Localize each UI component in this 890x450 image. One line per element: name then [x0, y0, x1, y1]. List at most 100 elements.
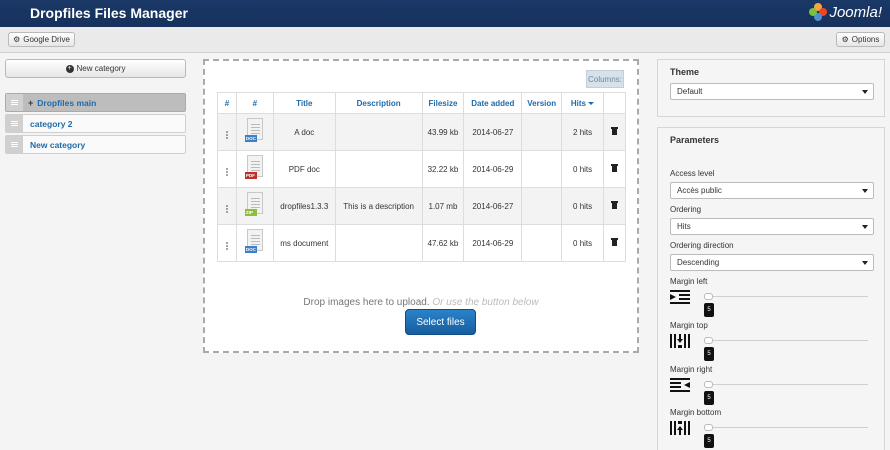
file-title[interactable]: PDF doc: [272, 150, 336, 188]
chevron-down-icon: [862, 90, 868, 94]
category-item-dropfiles-main[interactable]: + Dropfiles main: [5, 93, 186, 112]
table-row[interactable]: DOC A doc 43.99 kb 2014-06-27 2 hits: [217, 113, 626, 151]
file-version: [521, 187, 563, 225]
file-type-tag: PDF: [244, 172, 257, 179]
file-type-tag: ZIP: [244, 209, 257, 216]
google-drive-button[interactable]: ⚙ Google Drive: [8, 32, 75, 47]
margin-right-value: 5: [704, 391, 714, 405]
file-dropzone[interactable]: Columns: # # Title Description Filesize …: [203, 59, 639, 353]
file-version: [521, 150, 563, 188]
margin-top-value: 5: [704, 347, 714, 361]
margin-left-slider[interactable]: [704, 296, 868, 297]
doc-file-icon: DOC: [244, 118, 266, 144]
col-title[interactable]: Title: [272, 92, 336, 114]
file-size: 43.99 kb: [421, 113, 465, 151]
margin-top-label: Margin top: [670, 321, 708, 330]
table-row[interactable]: PDF PDF doc 32.22 kb 2014-06-29 0 hits: [217, 150, 626, 188]
trash-icon[interactable]: [611, 238, 618, 246]
margin-right-slider[interactable]: [704, 384, 868, 385]
file-hits: 0 hits: [561, 150, 604, 188]
file-date: 2014-06-29: [463, 224, 523, 262]
drag-handle-icon[interactable]: [225, 204, 228, 213]
drag-handle-icon[interactable]: [6, 136, 23, 153]
theme-select-value: Default: [677, 87, 703, 96]
table-row[interactable]: ZIP dropfiles1.3.3 This is a description…: [217, 187, 626, 225]
drag-handle-icon[interactable]: [225, 130, 228, 139]
drag-handle-icon[interactable]: [225, 167, 228, 176]
access-level-value: Accès public: [677, 186, 722, 195]
col-description[interactable]: Description: [334, 92, 423, 114]
file-hits: 0 hits: [561, 187, 604, 225]
margin-right-slider-handle[interactable]: [704, 381, 713, 388]
new-category-button[interactable]: + New category: [5, 59, 186, 78]
page-title: Dropfiles Files Manager: [30, 5, 188, 21]
drop-hint-text: Drop images here to upload.: [303, 297, 430, 308]
joomla-logo-icon: [809, 3, 828, 21]
file-title[interactable]: ms document: [272, 224, 336, 262]
file-version: [521, 113, 563, 151]
margin-top-slider-handle[interactable]: [704, 337, 713, 344]
file-size: 47.62 kb: [421, 224, 465, 262]
file-description: [334, 113, 423, 151]
margin-left-slider-handle[interactable]: [704, 293, 713, 300]
col-version[interactable]: Version: [521, 92, 563, 114]
col-icon: #: [235, 92, 274, 114]
theme-heading: Theme: [670, 67, 700, 77]
margin-left-label: Margin left: [670, 277, 708, 286]
file-title[interactable]: dropfiles1.3.3: [272, 187, 336, 225]
col-drag: #: [217, 92, 237, 114]
drag-handle-icon[interactable]: [225, 241, 228, 250]
drop-hint-alt: Or use the button below: [432, 297, 539, 308]
col-date-added[interactable]: Date added: [463, 92, 523, 114]
gear-icon: ⚙: [841, 35, 849, 44]
margin-top-slider[interactable]: [704, 340, 868, 341]
app-header: Dropfiles Files Manager Joomla!: [0, 0, 890, 27]
files-table: # # Title Description Filesize Date adde…: [217, 92, 626, 262]
file-date: 2014-06-27: [463, 113, 523, 151]
parameters-heading: Parameters: [670, 135, 720, 145]
margin-bottom-value: 5: [704, 434, 714, 448]
trash-icon[interactable]: [611, 127, 618, 135]
category-item-category-2[interactable]: category 2: [5, 114, 186, 133]
col-hits[interactable]: Hits: [561, 92, 604, 114]
col-actions: [603, 92, 626, 114]
pdf-file-icon: PDF: [244, 155, 266, 181]
hits-header-label: Hits: [570, 98, 587, 108]
plus-circle-icon: +: [65, 64, 74, 73]
category-label: New category: [30, 139, 86, 150]
new-category-label: New category: [76, 64, 126, 73]
access-level-select[interactable]: Accès public: [670, 182, 874, 199]
file-description: This is a description: [334, 187, 423, 225]
file-hits: 0 hits: [561, 224, 604, 262]
plus-icon[interactable]: +: [28, 98, 33, 108]
file-type-tag: DOC: [244, 135, 257, 142]
zip-file-icon: ZIP: [244, 192, 266, 218]
ordering-value: Hits: [677, 222, 691, 231]
file-title[interactable]: A doc: [272, 113, 336, 151]
parameters-panel: Parameters Access level Accès public Ord…: [657, 127, 885, 450]
category-label: Dropfiles main: [37, 97, 97, 108]
select-files-button[interactable]: Select files: [405, 309, 476, 335]
ordering-direction-select[interactable]: Descending: [670, 254, 874, 271]
ordering-select[interactable]: Hits: [670, 218, 874, 235]
doc-file-icon: DOC: [244, 229, 266, 255]
theme-panel: Theme Default: [657, 59, 885, 117]
trash-icon[interactable]: [611, 201, 618, 209]
drag-handle-icon[interactable]: [6, 94, 23, 111]
margin-bottom-icon: [670, 421, 690, 435]
drag-handle-icon[interactable]: [6, 115, 23, 132]
drop-hint: Drop images here to upload. Or use the b…: [205, 297, 637, 308]
options-button[interactable]: ⚙ Options: [836, 32, 885, 47]
margin-bottom-slider[interactable]: [704, 427, 868, 428]
margin-bottom-slider-handle[interactable]: [704, 424, 713, 431]
theme-select[interactable]: Default: [670, 83, 874, 100]
file-date: 2014-06-29: [463, 150, 523, 188]
trash-icon[interactable]: [611, 164, 618, 172]
sort-desc-icon: [588, 101, 595, 105]
columns-button[interactable]: Columns:: [586, 70, 624, 88]
file-description: [334, 224, 423, 262]
col-filesize[interactable]: Filesize: [421, 92, 465, 114]
ordering-direction-value: Descending: [677, 258, 720, 267]
category-item-new-category[interactable]: New category: [5, 135, 186, 154]
table-row[interactable]: DOC ms document 47.62 kb 2014-06-29 0 hi…: [217, 224, 626, 262]
